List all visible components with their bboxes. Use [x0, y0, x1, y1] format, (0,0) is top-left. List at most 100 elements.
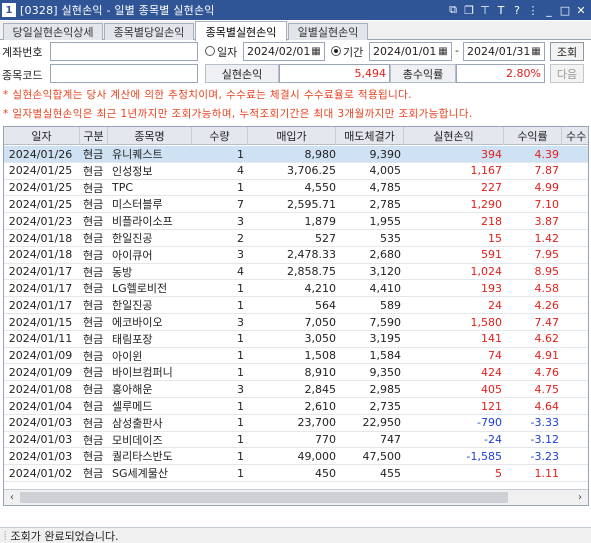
total-return-value: 2.80%	[456, 64, 545, 83]
scroll-left-icon[interactable]: ‹	[4, 490, 20, 505]
calendar-icon[interactable]: ▦	[529, 45, 543, 59]
cell-return-rate: -3.23	[530, 449, 559, 463]
cell-type: 현금	[83, 416, 104, 430]
font-icon[interactable]: T	[493, 4, 509, 17]
table-row[interactable]: 2024/01/03 현금 퀄리타스반도 1 49,000 47,500 -1,585 -3.…	[4, 448, 588, 466]
account-label: 계좌번호	[2, 46, 43, 59]
cell-qty: 1	[237, 147, 244, 161]
table-row[interactable]: 2024/01/09 현금 아이윈 1 1,508 1,584 74 4.91	[4, 348, 588, 365]
close-icon[interactable]: ✕	[573, 4, 589, 17]
cell-return-rate: 1.11	[534, 466, 560, 480]
cell-type: 현금	[83, 400, 104, 413]
cell-qty: 1	[237, 349, 244, 363]
calendar-icon[interactable]: ▦	[436, 45, 450, 59]
cell-date: 2024/01/18	[8, 231, 73, 245]
stock-code-input[interactable]	[50, 64, 198, 83]
cell-date: 2024/01/08	[8, 382, 73, 396]
cell-realized-pl: 218	[481, 214, 502, 228]
radio-period-label: 기간	[343, 46, 364, 59]
help-icon[interactable]: ?	[509, 4, 525, 17]
table-row[interactable]: 2024/01/03 현금 삼성출판사 1 23,700 22,950 -790 -3.33	[4, 415, 588, 432]
horizontal-scrollbar[interactable]: ‹ ›	[4, 489, 588, 505]
cell-return-rate: 4.26	[534, 298, 560, 312]
cell-sell-price: 589	[380, 298, 401, 312]
cell-qty: 1	[237, 332, 244, 346]
scroll-right-icon[interactable]: ›	[572, 490, 588, 505]
cell-realized-pl: 24	[488, 298, 502, 312]
cell-stock-name: 바이브컴퍼니	[112, 366, 173, 380]
cell-stock-name: 비플라이소프	[112, 215, 173, 229]
cell-sell-price: 535	[380, 231, 401, 245]
table-row[interactable]: 2024/01/04 현금 셀루메드 1 2,610 2,735 121 4.64	[4, 398, 588, 415]
cell-realized-pl: 394	[481, 147, 502, 161]
table-row[interactable]: 2024/01/09 현금 바이브컴퍼니 1 8,910 9,350 424 4.76	[4, 364, 588, 382]
tab-stock-daily-pl[interactable]: 종목별당일손익	[104, 23, 194, 40]
table-row[interactable]: 2024/01/08 현금 홍아해운 3 2,845 2,985 405 4.75	[4, 381, 588, 398]
cell-qty: 3	[237, 214, 244, 228]
cell-realized-pl: 74	[488, 349, 502, 363]
cell-return-rate: -3.33	[530, 416, 559, 430]
cell-return-rate: 7.95	[534, 248, 560, 262]
account-input[interactable]	[50, 42, 198, 61]
calendar-icon[interactable]: ▦	[309, 45, 323, 59]
table-row[interactable]: 2024/01/25 현금 TPC 1 4,550 4,785 227 4.99	[4, 180, 588, 197]
cell-date: 2024/01/17	[8, 281, 73, 295]
cell-realized-pl: 1,580	[470, 315, 503, 329]
restore-icon[interactable]: ⧉	[445, 3, 461, 17]
col-fee[interactable]: 수수	[562, 127, 588, 145]
period-from-value: 2024/01/01	[373, 45, 437, 58]
table-row[interactable]: 2024/01/18 현금 아이큐어 3 2,478.33 2,680 591 7.95	[4, 247, 588, 264]
col-return-rate[interactable]: 수익률	[504, 127, 562, 145]
table-row[interactable]: 2024/01/17 현금 한일진공 1 564 589 24 4.26	[4, 297, 588, 314]
title-bar-icons: ⧉ ❐ ⊤ T ? ⋮ _ □ ✕	[445, 0, 589, 20]
table-row[interactable]: 2024/01/23 현금 비플라이소프 3 1,879 1,955 218 3.87	[4, 213, 588, 230]
next-button[interactable]: 다음	[550, 64, 584, 83]
col-qty[interactable]: 수량	[192, 127, 248, 145]
cell-date: 2024/01/25	[8, 164, 73, 178]
col-realized-pl[interactable]: 실현손익	[404, 127, 504, 145]
scroll-thumb[interactable]	[20, 492, 508, 503]
table-row[interactable]: 2024/01/11 현금 태림포장 1 3,050 3,195 141 4.62	[4, 331, 588, 348]
title-bar[interactable]: 1 [0328] 실현손익 - 일별 종목별 실현손익 ⧉ ❐ ⊤ T ? ⋮ …	[0, 0, 591, 20]
table-row[interactable]: 2024/01/17 현금 LG헬로비전 1 4,210 4,410 193 4.58	[4, 280, 588, 298]
cell-stock-name: 아이윈	[112, 349, 143, 363]
table-row[interactable]: 2024/01/03 현금 모비데이즈 1 770 747 -24 -3.12	[4, 432, 588, 449]
radio-day[interactable]	[205, 46, 215, 56]
col-date[interactable]: 일자	[4, 127, 80, 145]
maximize-icon[interactable]: □	[557, 4, 573, 17]
tab-daily-realized-detail[interactable]: 당일실현손익상세	[3, 23, 103, 40]
col-name[interactable]: 종목명	[108, 127, 192, 145]
col-sell-price[interactable]: 매도체결가	[336, 127, 404, 145]
table-row[interactable]: 2024/01/02 현금 SG세계물산 1 450 455 5 1.11	[4, 465, 588, 482]
radio-day-label: 일자	[217, 46, 238, 59]
cell-type: 현금	[83, 332, 104, 346]
table-row[interactable]: 2024/01/25 현금 미스터블루 7 2,595.71 2,785 1,290 7.10	[4, 196, 588, 214]
col-buy-price[interactable]: 매입가	[248, 127, 336, 145]
notice-line-1: * 실현손익합계는 당사 계산에 의한 추정치이며, 수수료는 체결시 수수료율…	[3, 89, 412, 101]
cell-date: 2024/01/09	[8, 349, 73, 363]
radio-period[interactable]	[331, 46, 341, 56]
pin-icon[interactable]: ⊤	[477, 4, 493, 17]
cell-sell-price: 22,950	[362, 416, 402, 430]
cell-realized-pl: 405	[481, 382, 502, 396]
search-button[interactable]: 조회	[550, 42, 584, 61]
table-row[interactable]: 2024/01/18 현금 한일진공 2 527 535 15 1.42	[4, 230, 588, 247]
cell-sell-price: 2,785	[369, 197, 402, 211]
table-row[interactable]: 2024/01/25 현금 인성정보 4 3,706.25 4,005 1,167 7.87	[4, 163, 588, 180]
cell-return-rate: 4.91	[534, 349, 560, 363]
table-row[interactable]: 2024/01/26 현금 유니퀘스트 1 8,980 9,390 394 4.39	[4, 146, 588, 163]
table-row[interactable]: 2024/01/15 현금 에코바이오 3 7,050 7,590 1,580 7.47	[4, 314, 588, 331]
table-row[interactable]: 2024/01/17 현금 동방 4 2,858.75 3,120 1,024 8.95	[4, 264, 588, 281]
tab-daily-realized-pl[interactable]: 일별실현손익	[288, 23, 368, 40]
stock-code-label: 종목코드	[2, 69, 43, 82]
cell-buy-price: 2,478.33	[287, 248, 336, 262]
cell-realized-pl: -24	[484, 433, 502, 447]
col-type[interactable]: 구분	[80, 127, 108, 145]
tab-stock-realized-pl[interactable]: 종목별실현손익	[195, 21, 287, 41]
cell-stock-name: 셀루메드	[112, 400, 153, 413]
cell-date: 2024/01/03	[8, 449, 73, 463]
minimize-icon[interactable]: _	[541, 4, 557, 17]
copy-icon[interactable]: ❐	[461, 4, 477, 17]
result-grid[interactable]: 일자 구분 종목명 수량 매입가 매도체결가 실현손익 수익률 수수 2024/…	[3, 126, 589, 506]
cell-realized-pl: 193	[481, 281, 502, 295]
